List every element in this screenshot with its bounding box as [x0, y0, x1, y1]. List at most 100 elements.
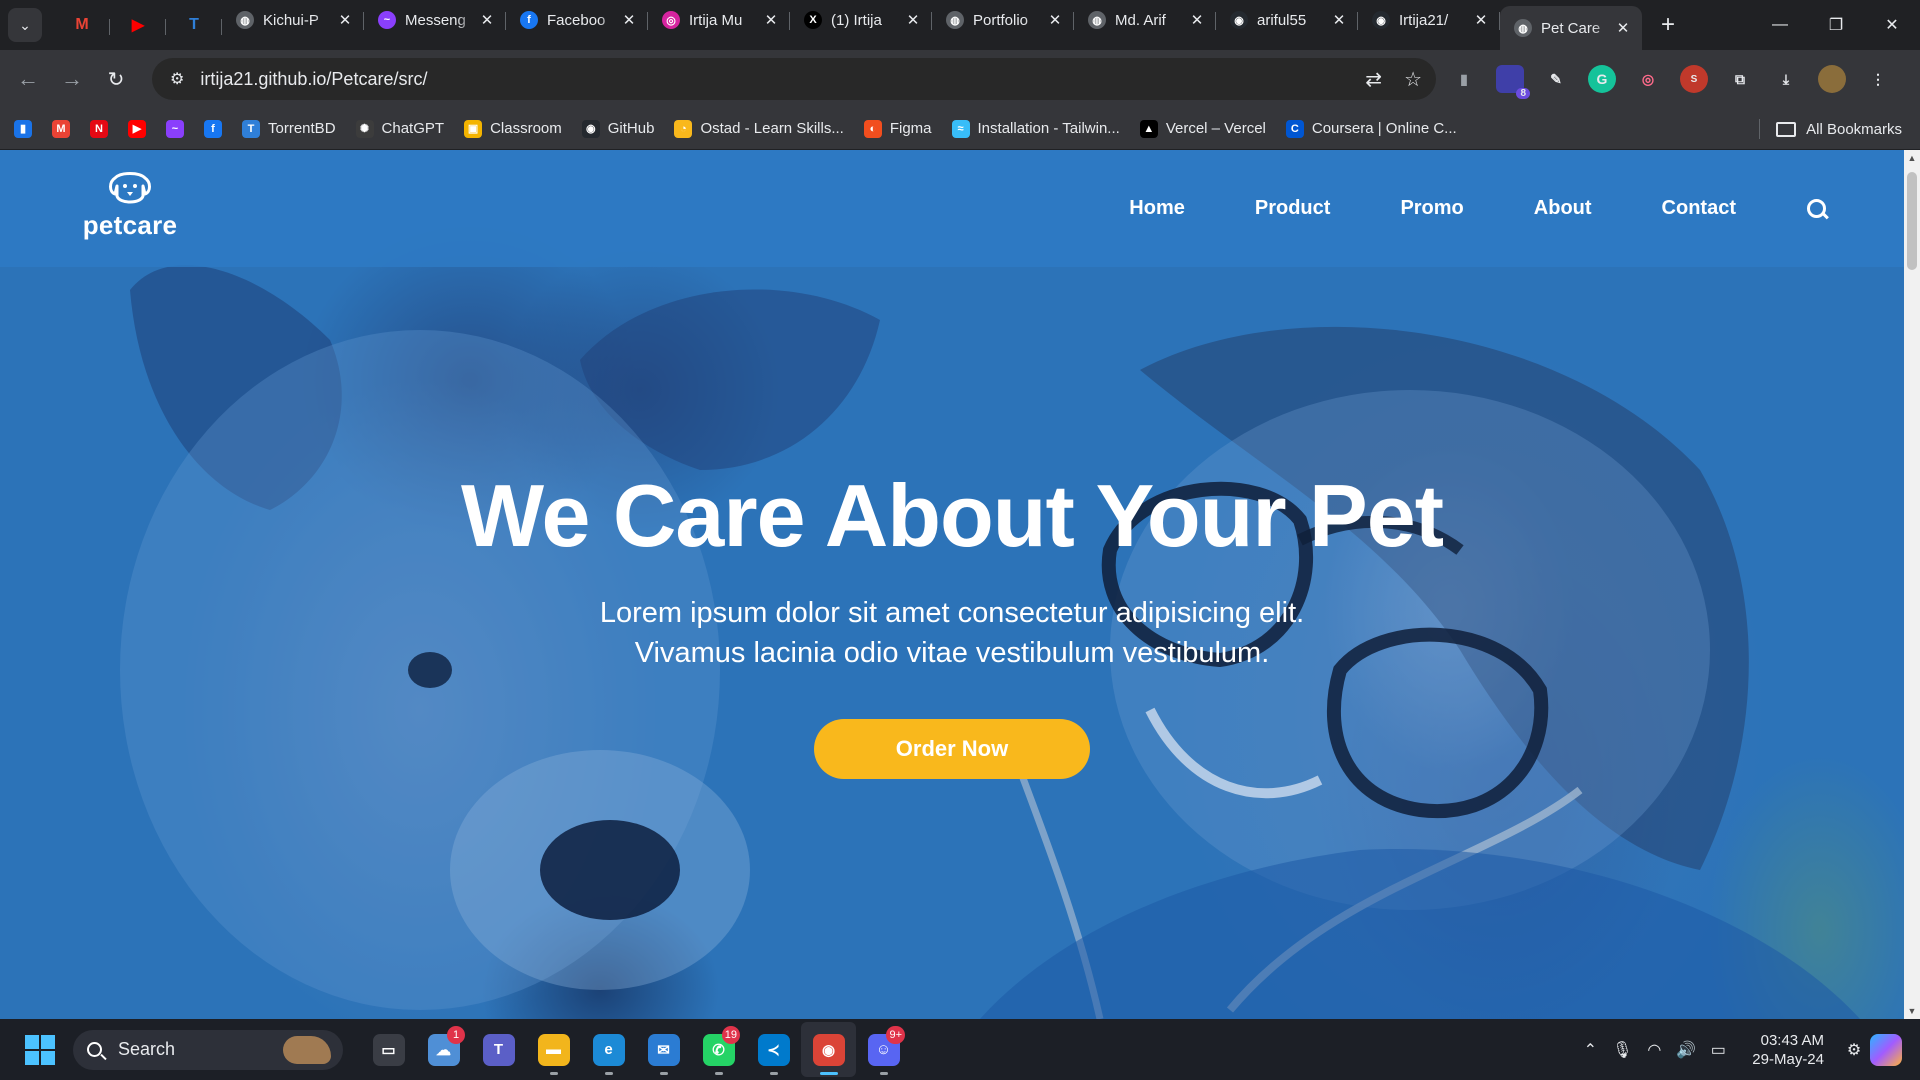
tab[interactable]: ◎ Irtija Mu ✕	[648, 0, 790, 40]
taskbar-search-box[interactable]: Search	[73, 1029, 343, 1070]
close-tab-icon[interactable]: ✕	[336, 11, 354, 29]
nav-about[interactable]: About	[1534, 197, 1592, 220]
site-info-icon[interactable]: ⚙	[170, 69, 184, 89]
battery-icon[interactable]: ▭	[1702, 1040, 1734, 1060]
bookmark-item[interactable]: ◉ GitHub	[581, 119, 654, 138]
edge-icon: e	[592, 1033, 625, 1066]
close-tab-icon[interactable]: ✕	[904, 11, 922, 29]
color-picker-icon[interactable]: ✎	[1542, 65, 1570, 93]
bookmark-item[interactable]: ≈ Installation - Tailwin...	[951, 119, 1120, 138]
profile-avatar[interactable]	[1818, 65, 1846, 93]
extensions-puzzle-icon[interactable]: ⧉	[1726, 65, 1754, 93]
tab[interactable]: ◉ ariful55 ✕	[1216, 0, 1358, 40]
copilot-icon[interactable]	[1870, 1033, 1902, 1066]
pinned-tab[interactable]: T	[166, 5, 222, 45]
bookmark-item[interactable]: T TorrentBD	[242, 119, 336, 138]
bookmark-item[interactable]: C Coursera | Online C...	[1285, 119, 1457, 138]
close-tab-icon[interactable]: ✕	[1472, 11, 1490, 29]
tab[interactable]: ◉ Irtija21/ ✕	[1358, 0, 1500, 40]
bookmark-item[interactable]: f	[204, 119, 222, 138]
taskbar-app[interactable]: ☺ 9+	[856, 1022, 911, 1077]
all-bookmarks-button[interactable]: All Bookmarks	[1759, 108, 1902, 150]
close-tab-icon[interactable]: ✕	[1188, 11, 1206, 29]
nav-promo[interactable]: Promo	[1400, 197, 1463, 220]
extension-icon[interactable]: ▮	[1450, 65, 1478, 93]
close-tab-icon[interactable]: ✕	[1330, 11, 1348, 29]
clock[interactable]: 03:43 AM 29-May-24	[1752, 1031, 1824, 1069]
screenshot-extension-icon[interactable]: ◎	[1634, 65, 1662, 93]
wifi-icon[interactable]: ◠	[1638, 1040, 1670, 1060]
taskbar-app[interactable]: ✆ 19	[691, 1022, 746, 1077]
bookmark-star-icon[interactable]: ☆	[1404, 67, 1422, 92]
close-tab-icon[interactable]: ✕	[1046, 11, 1064, 29]
tab[interactable]: X (1) Irtija ✕	[790, 0, 932, 40]
page-scrollbar[interactable]: ▲ ▼	[1904, 150, 1920, 1019]
close-tab-icon[interactable]: ✕	[1614, 19, 1632, 37]
bookmark-item[interactable]: N	[90, 119, 108, 138]
bookmark-item[interactable]: ◐ Figma	[863, 119, 932, 138]
nav-home[interactable]: Home	[1129, 197, 1185, 220]
downloads-icon[interactable]: ⤓	[1772, 65, 1800, 93]
extension-badge-icon[interactable]: 8	[1496, 65, 1530, 99]
bookmark-item[interactable]: ▲ Vercel – Vercel	[1139, 119, 1266, 138]
taskbar-app[interactable]: ✉	[636, 1022, 691, 1077]
url-text[interactable]: irtija21.github.io/Petcare/src/	[200, 69, 427, 90]
close-tab-icon[interactable]: ✕	[620, 11, 638, 29]
tab-search-button[interactable]: ⌄	[8, 8, 42, 42]
close-tab-icon[interactable]: ✕	[478, 11, 496, 29]
windows-start-icon[interactable]	[25, 1034, 55, 1065]
seo-extension-icon[interactable]: S	[1680, 65, 1708, 93]
reload-button[interactable]: ↻	[94, 57, 138, 101]
search-icon[interactable]	[1806, 198, 1828, 220]
close-tab-icon[interactable]: ✕	[762, 11, 780, 29]
site-logo[interactable]: petcare	[78, 172, 182, 241]
taskbar-app[interactable]: ☁ 1	[416, 1022, 471, 1077]
new-tab-button[interactable]: +	[1650, 7, 1686, 43]
chevron-up-icon[interactable]: ⌃	[1574, 1040, 1606, 1060]
taskbar-app[interactable]: ▬	[526, 1022, 581, 1077]
bookmark-item[interactable]: ◔ Ostad - Learn Skills...	[674, 119, 844, 138]
taskbar-app[interactable]: ≺	[746, 1022, 801, 1077]
scroll-down-arrow-icon[interactable]: ▼	[1904, 1003, 1920, 1019]
taskbar-app[interactable]: T	[471, 1022, 526, 1077]
tab[interactable]: ◍ Portfolio ✕	[932, 0, 1074, 40]
scrollbar-thumb[interactable]	[1907, 172, 1917, 270]
app-badge: 1	[447, 1026, 465, 1044]
restore-button[interactable]: ❐	[1808, 0, 1864, 50]
microphone-icon[interactable]: 🎙	[1606, 1040, 1638, 1060]
minimize-button[interactable]: —	[1752, 0, 1808, 50]
running-indicator	[660, 1072, 668, 1075]
order-now-button[interactable]: Order Now	[814, 718, 1090, 779]
taskbar-app[interactable]: ▭	[361, 1022, 416, 1077]
pinned-tab[interactable]: M	[54, 5, 110, 45]
tab-active[interactable]: ◍ Pet Care ✕	[1500, 6, 1642, 50]
forward-button[interactable]: →	[50, 57, 94, 101]
nav-contact[interactable]: Contact	[1662, 197, 1736, 220]
pinned-tab[interactable]: ▶	[110, 5, 166, 45]
tab[interactable]: ◍ Kichui-P ✕	[222, 0, 364, 40]
back-button[interactable]: ←	[6, 57, 50, 101]
tab-title: Md. Arif	[1115, 11, 1166, 29]
grammarly-icon[interactable]: G	[1588, 65, 1616, 93]
taskbar-app[interactable]: ◉	[801, 1022, 856, 1077]
address-bar[interactable]: ⚙ irtija21.github.io/Petcare/src/ ⇄ ☆	[152, 58, 1436, 100]
tab[interactable]: ~ Messeng ✕	[364, 0, 506, 40]
tab[interactable]: f Faceboo ✕	[506, 0, 648, 40]
chrome-menu-icon[interactable]: ⋮	[1864, 65, 1892, 93]
bookmark-item[interactable]: ▣ Classroom	[464, 119, 562, 138]
taskbar-app[interactable]: e	[581, 1022, 636, 1077]
translate-icon[interactable]: ⇄	[1365, 67, 1382, 92]
bookmark-item[interactable]: M	[52, 119, 70, 138]
bookmark-item[interactable]: ✺ ChatGPT	[355, 119, 444, 138]
bookmark-label: Ostad - Learn Skills...	[700, 120, 844, 137]
nav-product[interactable]: Product	[1255, 197, 1331, 220]
scroll-up-arrow-icon[interactable]: ▲	[1904, 150, 1920, 166]
tab[interactable]: ◍ Md. Arif ✕	[1074, 0, 1216, 40]
bookmark-item[interactable]: ~	[166, 119, 184, 138]
notification-icon[interactable]: ⚙	[1838, 1040, 1870, 1060]
bookmark-item[interactable]: ▶	[128, 119, 146, 138]
close-window-button[interactable]: ✕	[1864, 0, 1920, 50]
running-indicator	[820, 1072, 838, 1075]
volume-icon[interactable]: 🔊	[1670, 1040, 1702, 1060]
bookmark-item[interactable]: ▮	[14, 119, 32, 138]
